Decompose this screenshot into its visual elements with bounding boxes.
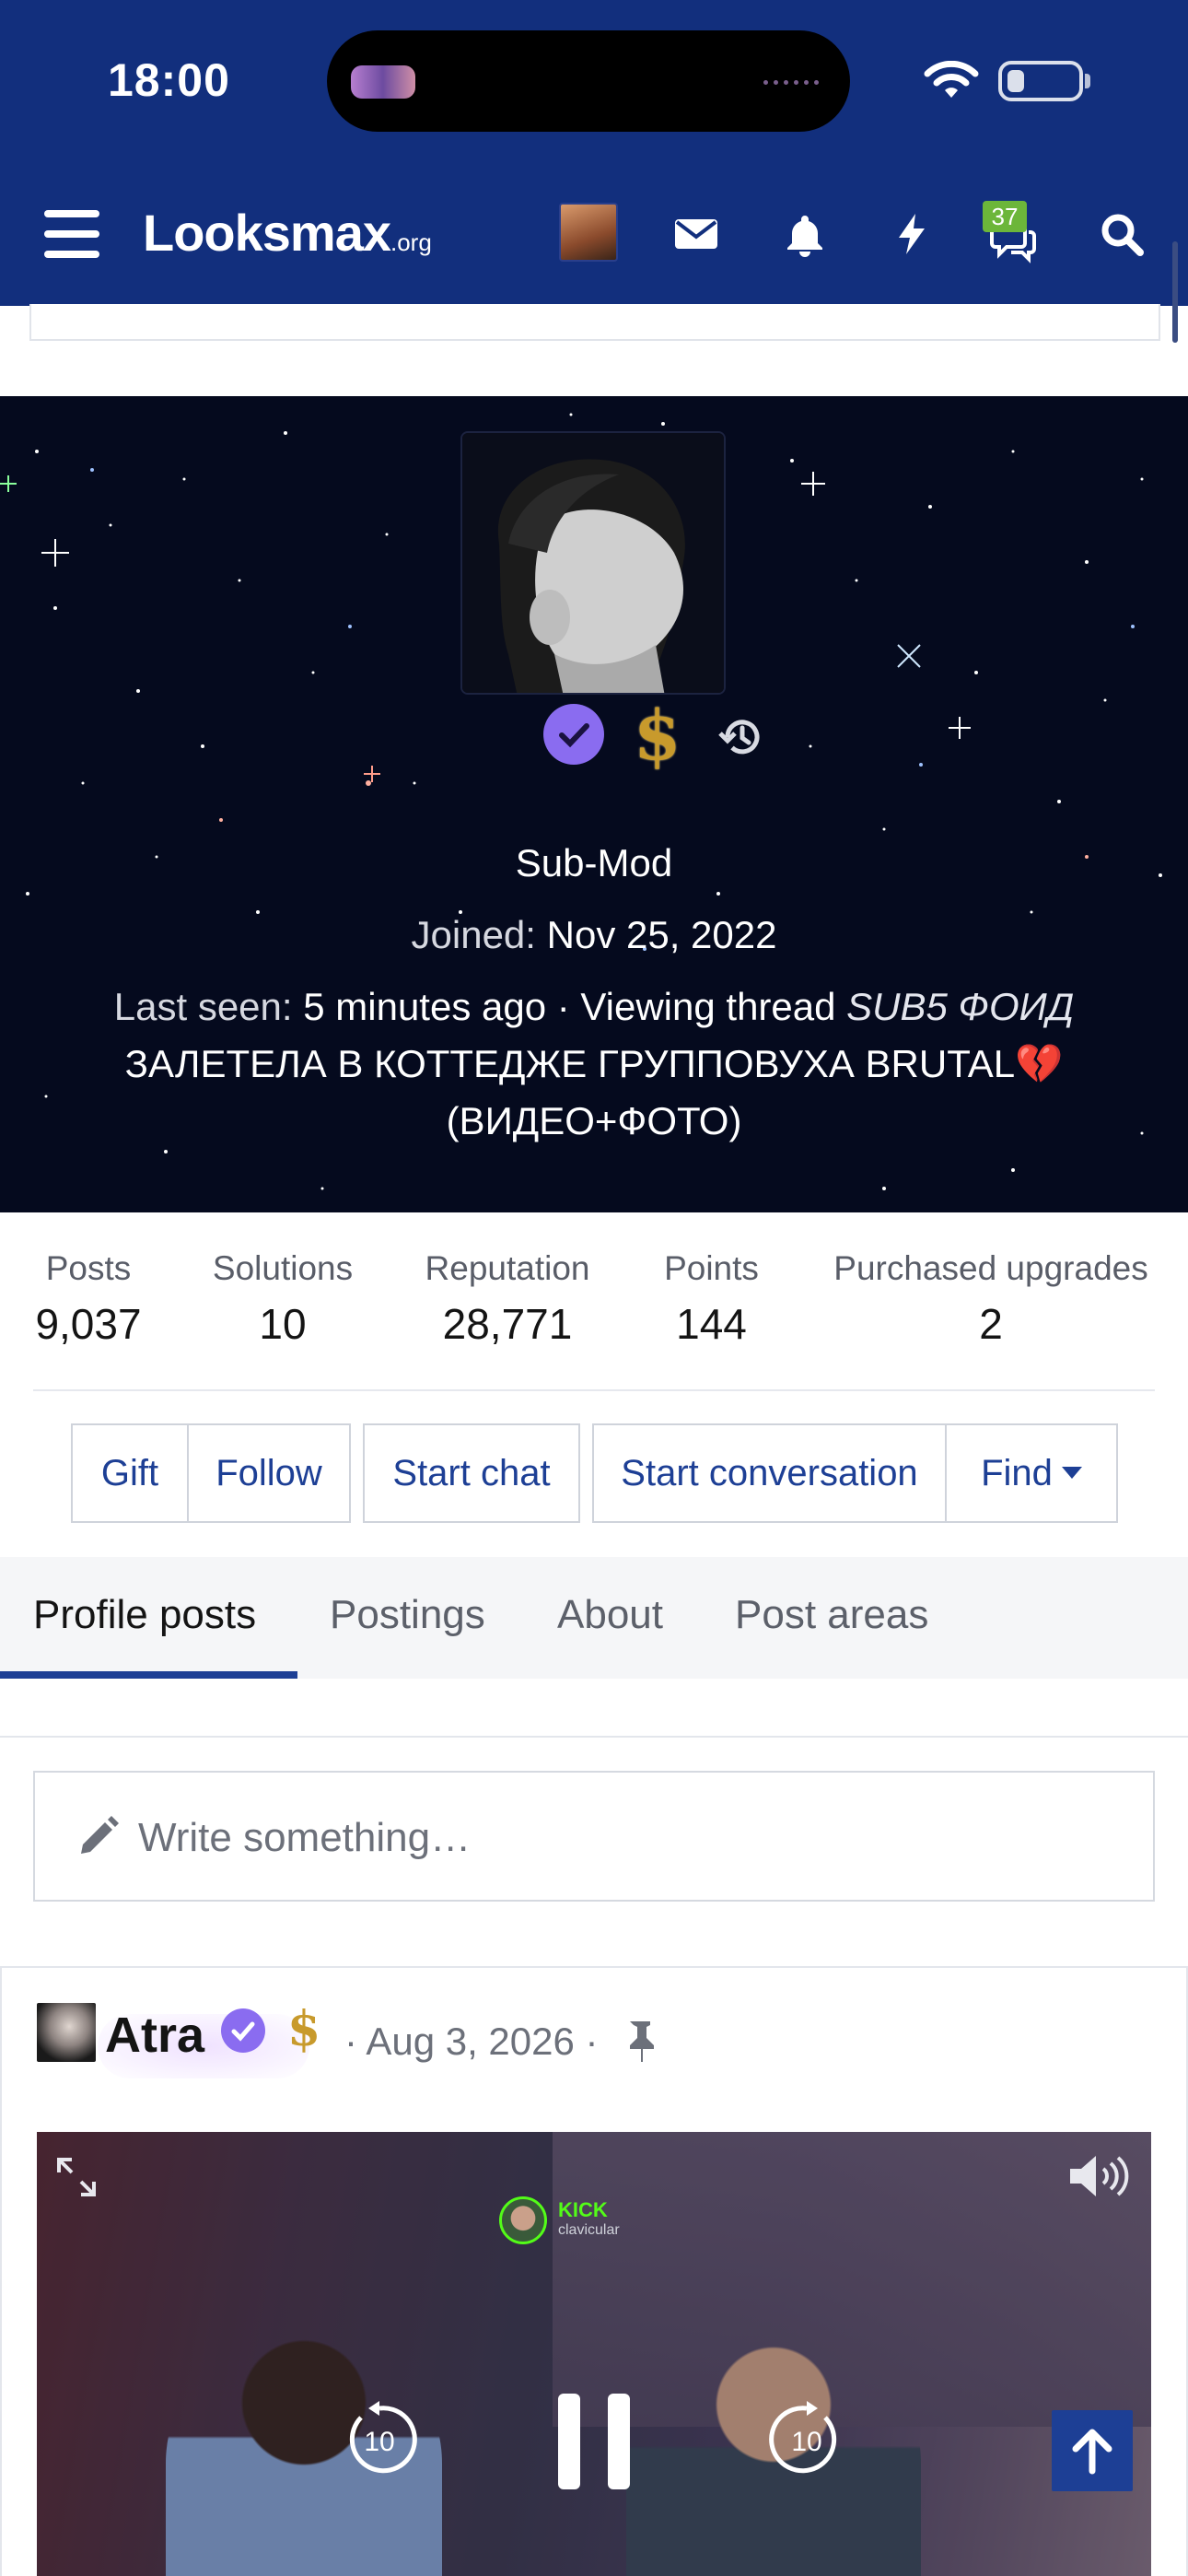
status-time: 18:00 [108, 54, 230, 106]
tab-profile-posts[interactable]: Profile posts [33, 1592, 256, 1638]
site-logo[interactable]: Looksmax.org [143, 203, 432, 263]
pin-icon [630, 2021, 654, 2062]
chevron-down-icon [1061, 1466, 1082, 1479]
profile-avatar[interactable] [460, 431, 726, 695]
profile-tabs: Profile posts Postings About Post areas [0, 1557, 1188, 1679]
stat-value: 9,037 [35, 1300, 142, 1348]
logo-suffix: .org [390, 228, 432, 256]
arrow-up-icon [1072, 2429, 1112, 2475]
pencil-icon [81, 1816, 119, 1854]
battery-tip [1085, 74, 1090, 88]
follow-button[interactable]: Follow [187, 1423, 351, 1523]
stat-label: Solutions [212, 1249, 354, 1287]
fullscreen-icon[interactable] [53, 2154, 99, 2200]
member-stats: Posts 9,037 Solutions 10 Reputation 28,7… [0, 1212, 1188, 1393]
stat-reputation[interactable]: Reputation 28,771 [420, 1249, 595, 1349]
stat-value: 28,771 [442, 1300, 573, 1348]
pause-icon[interactable] [553, 2394, 635, 2489]
search-icon[interactable] [1098, 210, 1146, 258]
stat-label: Purchased upgrades [833, 1249, 1148, 1287]
viewing-thread-link-part1[interactable]: SUB5 ФОИД [846, 985, 1074, 1028]
dollar-badge-icon: $ [287, 2001, 321, 2057]
stream-brand: KICK [558, 2198, 608, 2221]
stats-divider [33, 1389, 1155, 1391]
conversations-count-badge: 37 [983, 201, 1027, 232]
top-header: 18:00 Looksmax.org 37 [0, 0, 1188, 306]
user-title: Sub-Mod [515, 841, 673, 884]
last-seen-label: Last seen: [113, 985, 293, 1028]
verified-badge-icon [543, 704, 604, 765]
stat-label: Posts [45, 1249, 132, 1287]
streamer-avatar [499, 2196, 547, 2244]
forward-10-icon[interactable]: 10 [768, 2401, 845, 2478]
tab-postings[interactable]: Postings [330, 1592, 485, 1638]
last-seen-line: Last seen: 5 minutes ago · Viewing threa… [55, 978, 1133, 1036]
rewind-10-icon[interactable]: 10 [341, 2401, 418, 2478]
stat-posts[interactable]: Posts 9,037 [33, 1249, 144, 1349]
battery-icon [998, 61, 1083, 101]
tab-about[interactable]: About [557, 1592, 663, 1638]
stat-value: 10 [259, 1300, 307, 1348]
stat-label: Points [664, 1249, 759, 1287]
post-author-name[interactable]: Atra [105, 2007, 204, 2064]
page-scrollbar[interactable] [1172, 241, 1178, 343]
dynamic-island [327, 30, 850, 132]
verified-badge-icon [221, 2008, 265, 2053]
profile-post-composer[interactable]: Write something… [33, 1771, 1155, 1902]
stat-points[interactable]: Points 144 [654, 1249, 769, 1349]
viewing-thread-link-part2[interactable]: ЗАЛЕТЕЛА В КОТТЕДЖЕ ГРУППОВУХА BRUTAL💔 [55, 1036, 1133, 1093]
gift-button[interactable]: Gift [71, 1423, 189, 1523]
section-spacer [0, 1935, 1188, 1968]
stat-label: Reputation [425, 1249, 590, 1287]
menu-icon[interactable] [44, 210, 99, 258]
bolt-icon[interactable] [888, 210, 936, 258]
profile-actions: Gift Follow Start chat Start conversatio… [0, 1423, 1188, 1525]
previous-block-edge [29, 304, 1160, 341]
find-dropdown-button[interactable]: Find [945, 1423, 1118, 1523]
stream-watermark: KICK clavicular [499, 2193, 646, 2248]
section-spacer [0, 1679, 1188, 1738]
tab-post-areas[interactable]: Post areas [735, 1592, 928, 1638]
profile-banner: $ Sub-Mod Joined: Nov 25, 2022 Last seen… [0, 396, 1188, 1212]
now-playing-thumbnail [351, 65, 415, 99]
start-chat-button[interactable]: Start chat [363, 1423, 580, 1523]
stat-value: 2 [979, 1300, 1003, 1348]
profile-badges: $ [543, 700, 783, 774]
dollar-badge-icon: $ [634, 697, 681, 776]
post-date[interactable]: · Aug 3, 2026 · [344, 2020, 599, 2064]
status-indicators [921, 57, 1105, 103]
scroll-to-top-button[interactable] [1052, 2410, 1133, 2491]
audio-wave-icon [763, 78, 824, 86]
joined-date: Nov 25, 2022 [546, 913, 777, 956]
stat-value: 144 [676, 1300, 747, 1348]
rewind-seconds: 10 [364, 2427, 394, 2457]
composer-placeholder: Write something… [138, 1815, 472, 1860]
find-label: Find [981, 1453, 1053, 1493]
joined-line: Joined: Nov 25, 2022 [55, 907, 1133, 964]
active-tab-indicator [0, 1671, 297, 1679]
post-author-avatar[interactable] [37, 2003, 96, 2062]
profile-portrait [462, 433, 724, 693]
start-conversation-button[interactable]: Start conversation [592, 1423, 947, 1523]
stream-username: clavicular [558, 2222, 620, 2238]
viewing-thread-link-part3[interactable]: (ВИДЕО+ФОТО) [55, 1093, 1133, 1150]
volume-icon[interactable] [1066, 2152, 1131, 2200]
wifi-icon [924, 61, 979, 98]
last-seen-value: 5 minutes ago · Viewing thread [303, 985, 836, 1028]
user-avatar[interactable] [559, 203, 618, 262]
forward-seconds: 10 [791, 2427, 821, 2457]
envelope-icon[interactable] [672, 210, 720, 258]
bell-icon[interactable] [781, 210, 829, 258]
logo-main: Looksmax [143, 204, 391, 262]
joined-label: Joined: [411, 913, 536, 956]
history-icon[interactable] [716, 711, 768, 763]
stat-purchased-upgrades[interactable]: Purchased upgrades 2 [825, 1249, 1157, 1349]
stat-solutions[interactable]: Solutions 10 [204, 1249, 361, 1349]
navigation-bar: Looksmax.org 37 [0, 184, 1188, 286]
embedded-video-player[interactable]: KICK clavicular 10 10 [37, 2132, 1151, 2576]
